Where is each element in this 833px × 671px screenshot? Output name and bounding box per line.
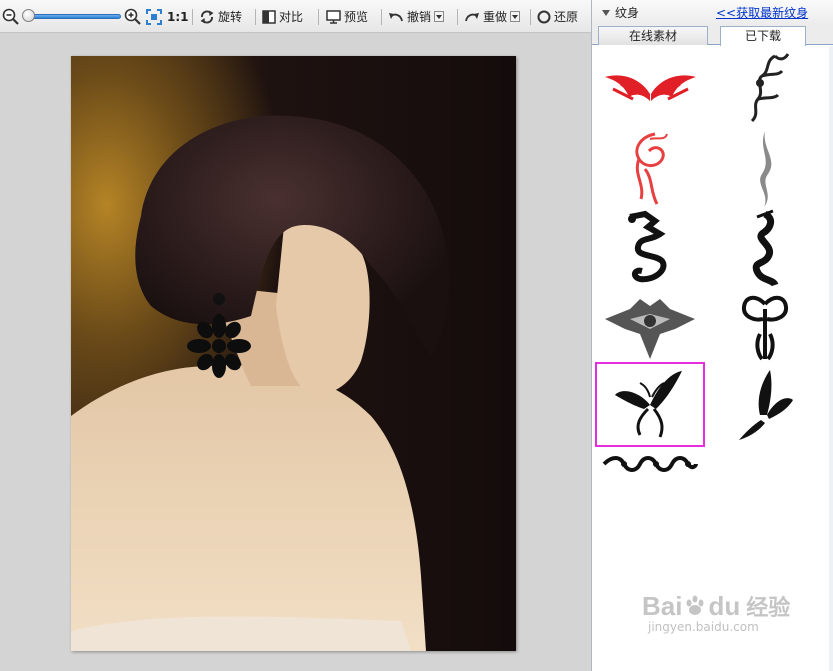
- zoom-out-icon: [2, 8, 19, 25]
- tattoo-item[interactable]: [710, 286, 820, 371]
- panel-scroll-edge[interactable]: [829, 46, 833, 671]
- gray-crest-icon: [605, 298, 695, 359]
- zoom-out-button[interactable]: [2, 0, 20, 33]
- actual-size-button[interactable]: 1:1: [167, 0, 189, 33]
- gray-tribal-icon: [760, 130, 772, 207]
- tattoo-item[interactable]: [710, 206, 820, 291]
- butterfly-side-icon: [739, 369, 793, 440]
- chevron-down-icon: [512, 14, 519, 19]
- preview-button[interactable]: 预览: [326, 0, 368, 33]
- undo-icon: [389, 12, 403, 21]
- tattoo-panel: 纹身 <<获取最新纹身 在线素材 已下载: [591, 0, 833, 671]
- redo-button[interactable]: 重做: [464, 0, 521, 33]
- zoom-slider-thumb[interactable]: [22, 9, 35, 22]
- tattoo-item[interactable]: [710, 46, 820, 131]
- redo-label: 重做: [483, 10, 508, 24]
- red-phoenix-icon: [635, 132, 668, 205]
- tattoo-item[interactable]: [595, 206, 705, 291]
- panel-title-label: 纹身: [615, 6, 640, 20]
- image-toolbar: 1:1 旋转 对比 预览 撤销 重做 还原: [0, 0, 591, 33]
- undo-button[interactable]: 撤销: [388, 0, 445, 33]
- undo-label: 撤销: [407, 10, 432, 24]
- tattoo-item[interactable]: [710, 126, 820, 211]
- zoom-in-button[interactable]: [124, 0, 142, 33]
- undo-dropdown[interactable]: [434, 11, 445, 22]
- zoom-in-icon: [124, 8, 141, 25]
- collapse-arrow-icon: [602, 9, 610, 16]
- tattoo-item[interactable]: [595, 286, 705, 371]
- red-wings-icon: [604, 74, 696, 101]
- tattoo-item[interactable]: [595, 46, 705, 131]
- rotate-icon: [200, 9, 214, 24]
- tattoo-grid: [592, 46, 832, 546]
- redo-dropdown[interactable]: [510, 11, 521, 22]
- restore-label: 还原: [554, 10, 579, 24]
- paw-icon: [686, 595, 704, 615]
- butterfly-selected-icon: [615, 371, 682, 438]
- tribal-butterfly-icon: [742, 295, 788, 360]
- get-latest-tattoos-link[interactable]: <<获取最新纹身: [716, 4, 808, 21]
- preview-label: 预览: [344, 10, 369, 24]
- portrait-image: [71, 115, 450, 651]
- panel-tabs: 在线素材 已下载: [592, 25, 833, 46]
- restore-button[interactable]: 还原: [537, 0, 578, 33]
- tribal-band-icon: [602, 456, 698, 472]
- black-dragon-icon: [628, 210, 667, 282]
- rotate-label: 旋转: [218, 10, 243, 24]
- compare-icon: [262, 9, 276, 24]
- black-dragon-2-icon: [752, 209, 779, 287]
- watermark-brand: Bai: [642, 590, 683, 621]
- panel-header: 纹身 <<获取最新纹身: [592, 0, 833, 25]
- baidu-watermark: Bai du 经验 jingyen.baidu.com: [642, 590, 791, 635]
- tattoo-item[interactable]: [595, 444, 705, 484]
- tattoo-item[interactable]: [710, 362, 820, 447]
- fit-window-icon: [146, 8, 162, 25]
- panel-title[interactable]: 纹身: [602, 4, 639, 21]
- tab-online-materials[interactable]: 在线素材: [598, 26, 708, 45]
- compare-label: 对比: [279, 10, 304, 24]
- restore-icon: [537, 10, 551, 23]
- fit-window-button[interactable]: [146, 0, 162, 33]
- chevron-down-icon: [436, 14, 443, 19]
- preview-icon: [326, 9, 341, 24]
- compare-button[interactable]: 对比: [262, 0, 303, 33]
- dragon-vertical-icon: [750, 53, 790, 123]
- watermark-product: 经验: [746, 596, 791, 621]
- portrait-photo[interactable]: [71, 56, 516, 651]
- redo-icon: [465, 12, 479, 21]
- watermark-brand-tail: du: [708, 590, 741, 621]
- zoom-slider-track[interactable]: [25, 14, 121, 19]
- watermark-url: jingyen.baidu.com: [648, 620, 759, 634]
- editing-canvas[interactable]: [0, 33, 591, 671]
- tattoo-item[interactable]: [595, 126, 705, 211]
- tab-downloaded[interactable]: 已下载: [720, 26, 806, 46]
- rotate-button[interactable]: 旋转: [199, 0, 242, 33]
- tattoo-item-selected[interactable]: [595, 362, 705, 447]
